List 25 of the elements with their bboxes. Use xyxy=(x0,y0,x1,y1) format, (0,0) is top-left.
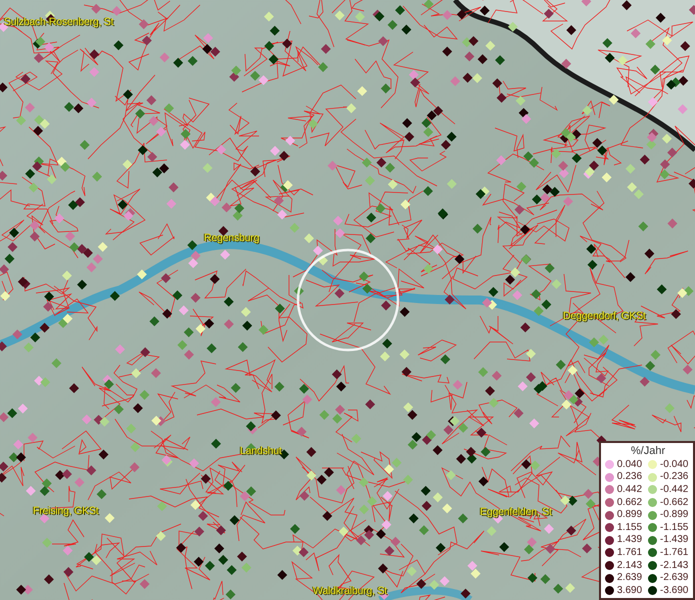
legend-value: 0.236 xyxy=(617,471,642,484)
legend-value: 3.690 xyxy=(617,584,642,597)
legend-value: -3.690 xyxy=(660,584,688,597)
legend-value: 0.442 xyxy=(617,484,642,496)
legend-value: -1.761 xyxy=(660,546,688,559)
legend-value: 1.761 xyxy=(617,546,642,559)
legend-value: -0.442 xyxy=(660,484,688,496)
place-label: Regensburg xyxy=(204,232,260,244)
legend-value: -1.439 xyxy=(660,534,688,546)
legend-title: %/Jahr xyxy=(630,445,666,458)
legend-value: 0.899 xyxy=(617,509,642,522)
legend-value: -2.143 xyxy=(660,560,688,572)
legend-value: 0.662 xyxy=(617,496,642,509)
legend-value: -2.639 xyxy=(660,572,688,584)
legend-value: -0.040 xyxy=(660,458,688,471)
legend-value: 1.439 xyxy=(617,534,642,546)
legend-value: -0.662 xyxy=(660,496,688,509)
legend-value: 2.143 xyxy=(617,560,642,572)
legend-value: 1.155 xyxy=(617,522,642,534)
legend-value: 0.040 xyxy=(617,458,642,471)
legend-value: -0.236 xyxy=(660,471,688,484)
legend-value: -0.899 xyxy=(660,509,688,522)
place-label: Freising, GKSt xyxy=(33,505,98,517)
legend-value: 2.639 xyxy=(617,572,642,584)
legend-value: -1.155 xyxy=(660,522,688,534)
